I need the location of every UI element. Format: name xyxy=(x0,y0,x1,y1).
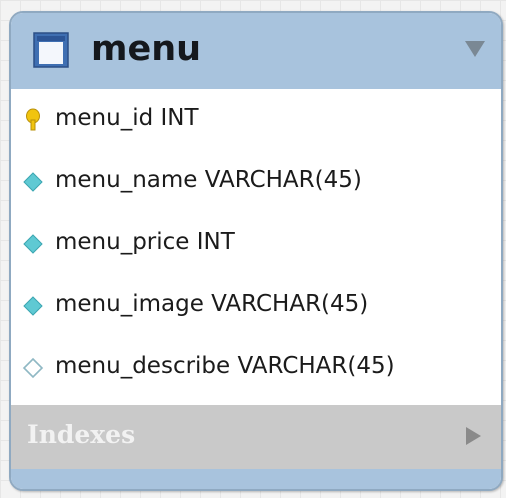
diamond-filled-icon xyxy=(23,172,43,192)
column-row-menu-id[interactable]: menu_id INT xyxy=(11,97,501,137)
indexes-section[interactable]: Indexes xyxy=(11,405,501,469)
key-icon xyxy=(26,108,40,131)
column-row-menu-price[interactable]: menu_price INT xyxy=(11,221,501,261)
table-header[interactable]: menu xyxy=(11,13,501,89)
diamond-filled-icon xyxy=(23,296,43,316)
indexes-label: Indexes xyxy=(27,420,136,449)
column-label: menu_id INT xyxy=(55,105,199,131)
table-footer xyxy=(11,469,501,489)
column-label: menu_describe VARCHAR(45) xyxy=(55,353,395,379)
diamond-filled-icon xyxy=(23,234,43,254)
table-card[interactable]: menu menu_id INT menu_name VARCHAR(45) m… xyxy=(9,11,503,491)
table-icon xyxy=(33,32,69,68)
expand-triangle-icon[interactable] xyxy=(463,424,483,448)
column-label: menu_image VARCHAR(45) xyxy=(55,291,369,317)
column-row-menu-name[interactable]: menu_name VARCHAR(45) xyxy=(11,159,501,199)
column-label: menu_name VARCHAR(45) xyxy=(55,167,362,193)
column-row-menu-image[interactable]: menu_image VARCHAR(45) xyxy=(11,283,501,323)
diamond-outline-icon xyxy=(22,357,44,379)
column-list: menu_id INT menu_name VARCHAR(45) menu_p… xyxy=(11,89,501,405)
column-label: menu_price INT xyxy=(55,229,235,255)
collapse-triangle-icon[interactable] xyxy=(463,39,487,59)
table-title: menu xyxy=(91,29,202,69)
column-row-menu-describe[interactable]: menu_describe VARCHAR(45) xyxy=(11,345,501,385)
